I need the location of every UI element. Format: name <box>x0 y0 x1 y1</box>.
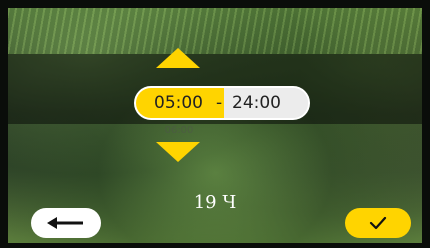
time-range-selector[interactable]: 05:00 - 24:00 <box>134 86 310 120</box>
increase-arrow-icon[interactable] <box>156 48 200 68</box>
time-separator: - <box>216 93 223 113</box>
checkmark-icon <box>369 216 387 230</box>
background-texture <box>8 8 422 54</box>
decrease-arrow-icon[interactable] <box>156 142 200 162</box>
arrow-left-icon <box>47 217 83 229</box>
next-value-ghost: 06:00 <box>164 125 194 136</box>
start-time-value: 05:00 <box>154 93 203 113</box>
back-button[interactable] <box>31 208 101 238</box>
duration-label: 19 Ч <box>193 192 237 213</box>
time-range-screen: 05:00 - 24:00 06:00 19 Ч <box>0 0 430 248</box>
confirm-button[interactable] <box>345 208 411 238</box>
end-time-value: 24:00 <box>232 93 281 113</box>
